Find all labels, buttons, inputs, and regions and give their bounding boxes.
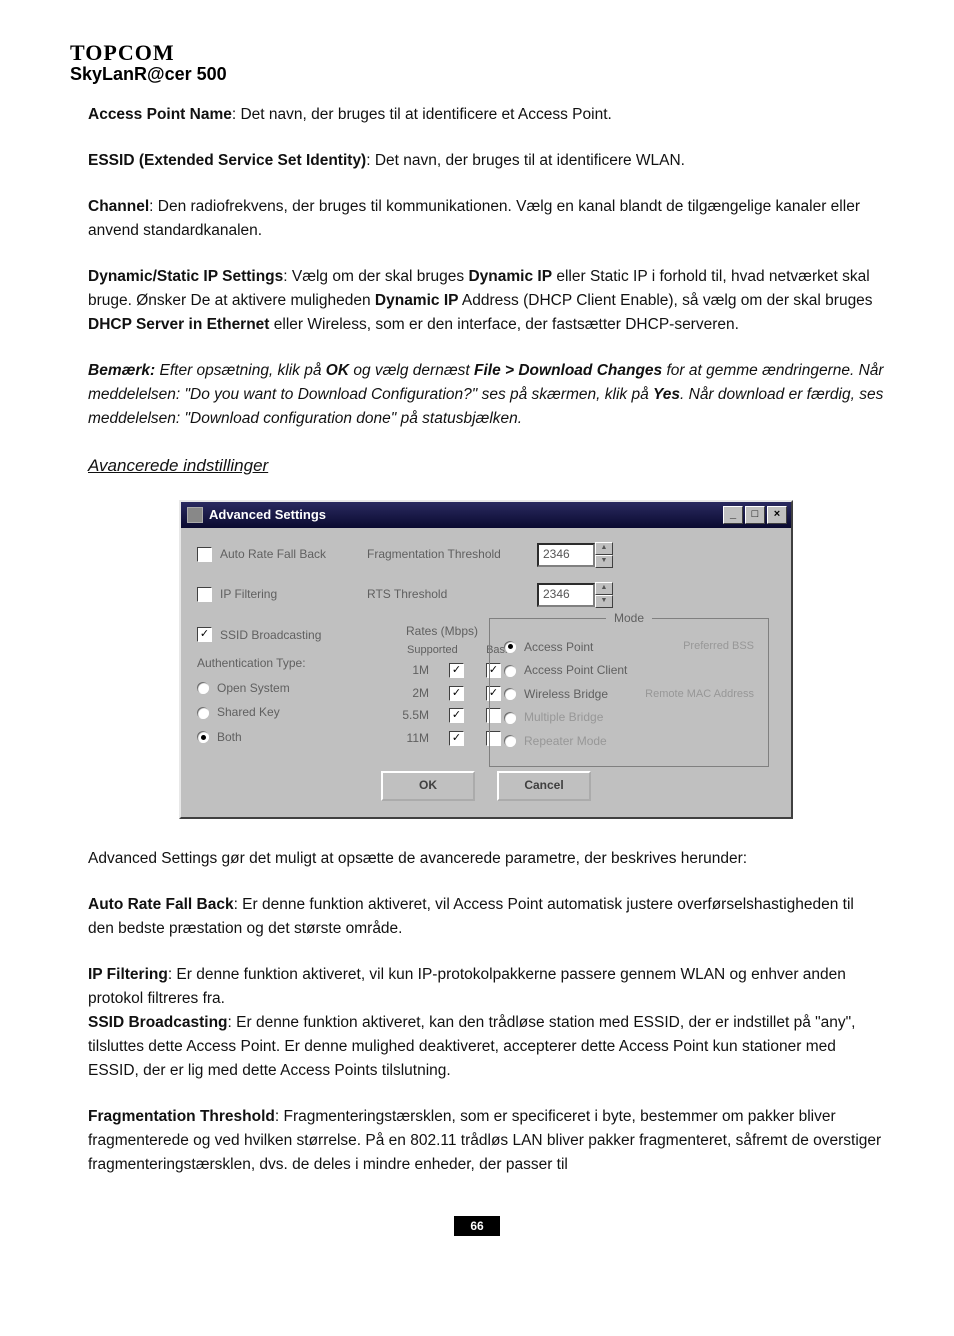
bold-dhcp-server: DHCP Server in Ethernet xyxy=(88,316,269,333)
checkbox-1m-supported[interactable]: ✓ xyxy=(449,663,464,678)
radio-wireless-bridge[interactable] xyxy=(504,688,516,700)
label-open-system: Open System xyxy=(217,679,290,698)
label-supported: Supported xyxy=(407,642,458,659)
text-ap-name: : Det navn, der bruges til at identifice… xyxy=(232,106,612,123)
para-channel: Channel: Den radiofrekvens, der bruges t… xyxy=(88,195,884,243)
label-ipf: IP Filtering xyxy=(88,966,168,983)
label-ssid: SSID Broadcasting xyxy=(88,1014,228,1031)
text-ipf: : Er denne funktion aktiveret, vil kun I… xyxy=(88,966,846,1007)
page-number: 66 xyxy=(70,1217,884,1235)
model-name: SkyLanR@cer 500 xyxy=(70,64,884,85)
label-multiple-bridge: Multiple Bridge xyxy=(524,708,603,727)
frag-up-icon[interactable]: ▲ xyxy=(595,542,613,555)
para-note: Bemærk: Efter opsætning, klik på OK og v… xyxy=(88,359,884,431)
label-ssid-broadcasting: SSID Broadcasting xyxy=(220,626,321,645)
maximize-button[interactable]: □ xyxy=(745,506,765,524)
input-rts-value[interactable]: 2346 xyxy=(537,583,595,607)
radio-access-point[interactable] xyxy=(504,641,516,653)
label-note: Bemærk: xyxy=(88,362,155,379)
mode-groupbox: Mode Access Point Preferred BSS Access P… xyxy=(489,618,769,767)
radio-repeater-mode[interactable] xyxy=(504,735,516,747)
radio-ap-client[interactable] xyxy=(504,665,516,677)
screenshot-container: Advanced Settings _ □ × Auto Rate Fall B… xyxy=(88,500,884,819)
bold-ok: OK xyxy=(326,362,349,379)
checkbox-11m-supported[interactable]: ✓ xyxy=(449,731,464,746)
label-ip-filtering: IP Filtering xyxy=(220,585,277,604)
spinner-frag-threshold[interactable]: 2346 ▲ ▼ xyxy=(537,542,613,568)
text-note-2: og vælg dernæst xyxy=(349,362,474,379)
text-note-1: Efter opsætning, klik på xyxy=(155,362,326,379)
checkbox-auto-rate[interactable] xyxy=(197,547,212,562)
para-frag: Fragmentation Threshold: Fragmenteringst… xyxy=(88,1105,884,1177)
text-dynstat-4: eller Wireless, som er den interface, de… xyxy=(269,316,738,333)
label-ap-name: Access Point Name xyxy=(88,106,232,123)
close-button[interactable]: × xyxy=(767,506,787,524)
radio-open-system[interactable] xyxy=(197,682,209,694)
label-essid: ESSID (Extended Service Set Identity) xyxy=(88,152,366,169)
page-header: TOPCOM SkyLanR@cer 500 xyxy=(70,40,884,85)
label-rate-5m: 5.5M xyxy=(389,706,429,725)
label-frag-threshold: Fragmentation Threshold xyxy=(367,547,501,561)
label-rate-2m: 2M xyxy=(389,684,429,703)
text-dynstat-3: Address (DHCP Client Enable), så vælg om… xyxy=(458,292,872,309)
label-rts-threshold: RTS Threshold xyxy=(367,587,447,601)
cancel-button[interactable]: Cancel xyxy=(497,771,591,801)
bold-yes: Yes xyxy=(653,386,680,403)
text-channel: : Den radiofrekvens, der bruges til komm… xyxy=(88,198,860,239)
label-wireless-bridge: Wireless Bridge xyxy=(524,685,608,704)
checkbox-5m-supported[interactable]: ✓ xyxy=(449,708,464,723)
dialog-icon xyxy=(187,507,203,523)
para-ipf-ssid: IP Filtering: Er denne funktion aktivere… xyxy=(88,963,884,1083)
checkbox-ssid-broadcasting[interactable]: ✓ xyxy=(197,627,212,642)
para-access-point-name: Access Point Name: Det navn, der bruges … xyxy=(88,103,884,127)
para-adv-intro: Advanced Settings gør det muligt at opsæ… xyxy=(88,847,884,871)
checkbox-ip-filtering[interactable] xyxy=(197,587,212,602)
label-access-point: Access Point xyxy=(524,638,593,657)
label-rate-11m: 11M xyxy=(389,729,429,748)
minimize-button[interactable]: _ xyxy=(723,506,743,524)
advanced-settings-dialog: Advanced Settings _ □ × Auto Rate Fall B… xyxy=(179,500,793,819)
label-both: Both xyxy=(217,728,242,747)
label-repeater-mode: Repeater Mode xyxy=(524,732,607,751)
label-auto-rate: Auto Rate Fall Back xyxy=(220,545,326,564)
label-remote-mac: Remote MAC Address xyxy=(645,686,754,703)
ok-button[interactable]: OK xyxy=(381,771,475,801)
label-auth-type: Authentication Type: xyxy=(197,654,367,673)
body-content: Access Point Name: Det navn, der bruges … xyxy=(70,103,884,1177)
label-frag: Fragmentation Threshold xyxy=(88,1108,275,1125)
label-preferred-bss: Preferred BSS xyxy=(683,638,754,655)
label-channel: Channel xyxy=(88,198,149,215)
rts-down-icon[interactable]: ▼ xyxy=(595,595,613,608)
radio-multiple-bridge[interactable] xyxy=(504,712,516,724)
para-essid: ESSID (Extended Service Set Identity): D… xyxy=(88,149,884,173)
label-dynstat: Dynamic/Static IP Settings xyxy=(88,268,283,285)
label-mode-title: Mode xyxy=(606,609,652,628)
bold-dynamic-ip-2: Dynamic IP xyxy=(375,292,459,309)
para-dynstat: Dynamic/Static IP Settings: Vælg om der … xyxy=(88,265,884,337)
radio-shared-key[interactable] xyxy=(197,707,209,719)
section-title-advanced: Avancerede indstillinger xyxy=(88,453,884,479)
text-essid: : Det navn, der bruges til at identifice… xyxy=(366,152,685,169)
dialog-title: Advanced Settings xyxy=(209,505,326,525)
rts-up-icon[interactable]: ▲ xyxy=(595,582,613,595)
frag-down-icon[interactable]: ▼ xyxy=(595,555,613,568)
text-dynstat-1: : Vælg om der skal bruges xyxy=(283,268,468,285)
radio-both[interactable] xyxy=(197,731,209,743)
para-arfb: Auto Rate Fall Back: Er denne funktion a… xyxy=(88,893,884,941)
label-ap-client: Access Point Client xyxy=(524,661,627,680)
input-frag-value[interactable]: 2346 xyxy=(537,543,595,567)
checkbox-2m-supported[interactable]: ✓ xyxy=(449,686,464,701)
brand-name: TOPCOM xyxy=(70,40,884,66)
bold-download-changes: File > Download Changes xyxy=(474,362,662,379)
label-arfb: Auto Rate Fall Back xyxy=(88,896,234,913)
spinner-rts-threshold[interactable]: 2346 ▲ ▼ xyxy=(537,582,613,608)
label-shared-key: Shared Key xyxy=(217,703,280,722)
label-rate-1m: 1M xyxy=(389,661,429,680)
dialog-titlebar: Advanced Settings _ □ × xyxy=(181,502,791,528)
page-number-value: 66 xyxy=(454,1216,499,1236)
bold-dynamic-ip-1: Dynamic IP xyxy=(468,268,552,285)
